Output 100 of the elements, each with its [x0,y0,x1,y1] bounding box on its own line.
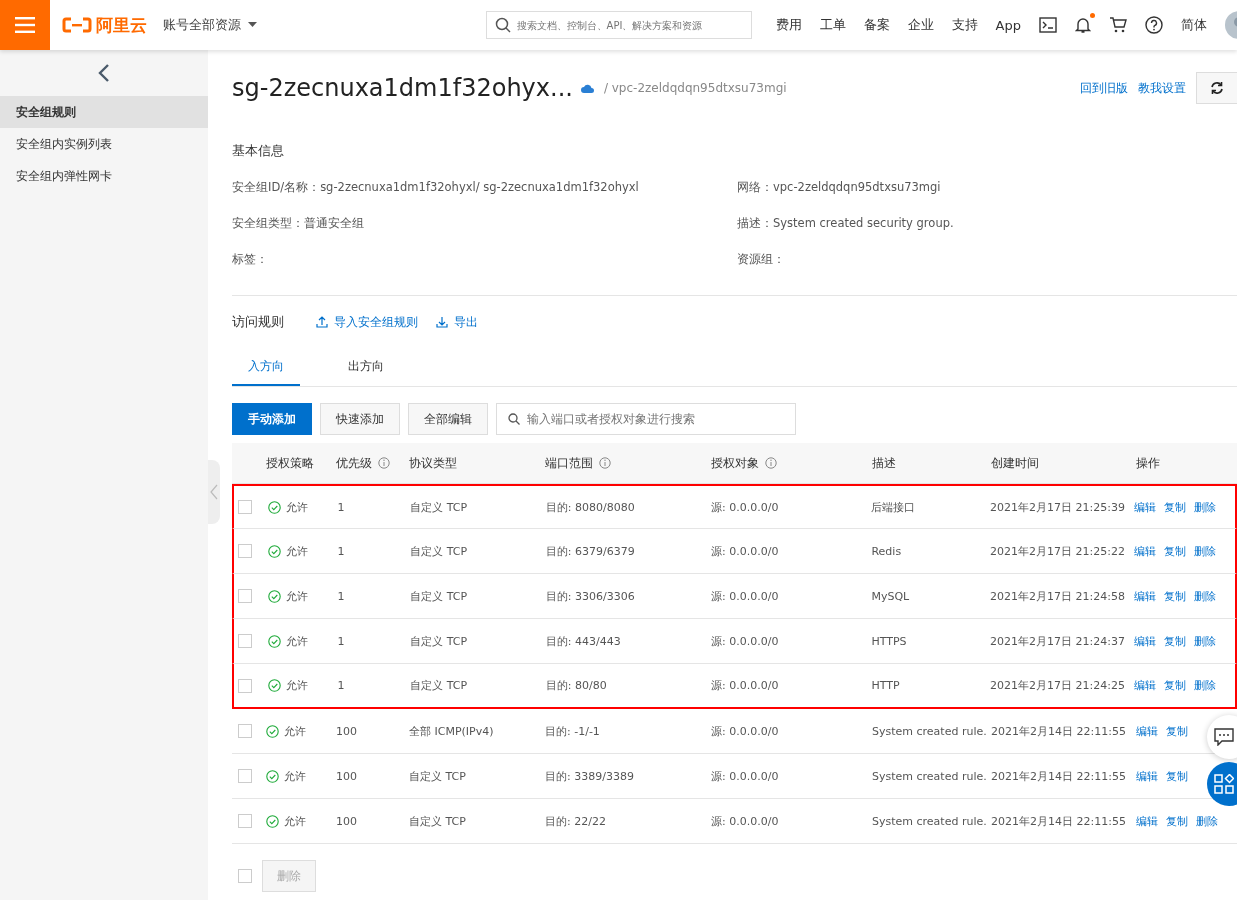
bell-icon[interactable] [1075,16,1091,34]
table-cell: 源: 0.0.0.0/0 [711,588,779,604]
check-circle-icon [267,544,281,558]
sidebar-item[interactable]: 安全组规则 [0,96,208,128]
toolbar-button[interactable]: 快速添加 [320,403,400,435]
rule-search-field[interactable]: 输入端口或者授权对象进行搜索 [496,403,796,435]
terminal-icon[interactable] [1039,17,1057,33]
row-action-link[interactable]: 编辑 [1136,723,1158,739]
row-action-link[interactable]: 编辑 [1134,588,1157,604]
row-action-link[interactable]: 删除 [1194,543,1217,559]
table-cell: 源: 0.0.0.0/0 [711,768,779,784]
field-label: 安全组类型： [232,216,304,230]
check-circle-icon [266,814,279,828]
row-checkbox[interactable] [238,544,252,558]
row-action-link[interactable]: 删除 [1194,633,1217,649]
language-link[interactable]: 简体 [1181,16,1207,34]
cart-icon[interactable] [1109,17,1127,33]
row-action-link[interactable]: 复制 [1164,633,1187,649]
row-action-link[interactable]: 编辑 [1136,768,1158,784]
chat-icon [1214,728,1234,746]
row-action-link[interactable]: 复制 [1164,499,1187,515]
nav-link[interactable]: 费用 [775,16,802,34]
direction-tab[interactable]: 入方向 [232,348,300,386]
caret-icon [248,22,257,28]
add-button[interactable]: 手动添加 [232,403,312,435]
field-label: 标签： [232,252,268,266]
upload-icon [316,316,328,328]
nav-link[interactable]: 支持 [951,16,978,34]
section-heading: 访问规则 [232,313,284,331]
menu-button[interactable] [0,0,50,50]
info-icon[interactable] [765,457,777,469]
row-action-link[interactable]: 复制 [1166,768,1188,784]
row-action-link[interactable]: 删除 [1194,588,1217,604]
row-action-link[interactable]: 复制 [1164,543,1187,559]
table-cell: 全部 ICMP(IPv4) [409,723,494,739]
column-header: 端口范围 [545,454,593,472]
account-dropdown[interactable]: 账号全部资源 [163,16,257,34]
table-cell: 源: 0.0.0.0/0 [711,499,779,515]
table-cell: 后端接口 [871,499,916,515]
header-link[interactable]: 回到旧版 [1080,79,1128,97]
row-action-link[interactable]: 复制 [1166,813,1188,829]
row-action-link[interactable]: 编辑 [1134,499,1157,515]
table-cell: 允许 [284,723,306,739]
row-checkbox[interactable] [238,500,252,514]
row-checkbox[interactable] [238,589,252,603]
info-icon[interactable] [599,457,611,469]
row-action-link[interactable]: 删除 [1194,499,1217,515]
help-icon[interactable] [1145,16,1163,34]
table-cell: 1 [337,589,345,603]
column-header: 授权策略 [266,454,314,472]
row-action-link[interactable]: 编辑 [1134,543,1157,559]
back-icon[interactable] [97,63,111,83]
row-action-link[interactable]: 编辑 [1134,678,1157,693]
row-checkbox[interactable] [238,814,252,828]
rule-action-link[interactable]: 导入安全组规则 [316,313,418,331]
collapse-handle[interactable] [208,460,220,524]
table-cell: System created rule. [872,769,987,783]
nav-link[interactable]: App [995,17,1021,33]
refresh-button[interactable] [1196,72,1237,104]
table-cell: 目的: -1/-1 [545,723,600,739]
toolbar-button[interactable]: 全部编辑 [408,403,488,435]
row-checkbox[interactable] [238,634,252,648]
table-cell: HTTP [871,679,900,692]
row-checkbox[interactable] [238,678,252,693]
row-action-link[interactable]: 复制 [1166,723,1188,739]
field-label: 描述： [737,216,773,230]
check-circle-icon [267,500,281,514]
field-value: System created security group. [773,216,954,230]
vpc-id: / vpc-2zeldqdqn95dtxsu73mgi [603,81,787,95]
row-action-link[interactable]: 删除 [1194,678,1217,693]
table-cell: MySQL [871,589,910,603]
logo-text[interactable]: 阿里云 [96,13,147,37]
row-action-link[interactable]: 编辑 [1136,813,1158,829]
row-action-link[interactable]: 编辑 [1134,633,1157,649]
select-all-checkbox[interactable] [238,869,252,883]
table-cell: 目的: 3306/3306 [545,588,635,604]
header-link[interactable]: 教我设置 [1138,79,1186,97]
rule-action-link[interactable]: 导出 [436,313,478,331]
row-action-link[interactable]: 复制 [1164,678,1187,693]
nav-link[interactable]: 备案 [863,16,890,34]
table-cell: 自定义 TCP [410,499,468,515]
field-label: 安全组ID/名称： [232,180,321,194]
direction-tab[interactable]: 出方向 [332,348,400,386]
row-action-link[interactable]: 删除 [1196,813,1218,829]
table-cell: 源: 0.0.0.0/0 [711,678,779,693]
row-checkbox[interactable] [238,769,252,783]
table-cell: 1 [337,679,345,692]
row-action-link[interactable]: 复制 [1164,588,1187,604]
table-cell: 允许 [284,813,306,829]
table-cell: 100 [336,814,357,828]
nav-link[interactable]: 工单 [819,16,846,34]
field-value: sg-2zecnuxa1dm1f32ohyxl/ sg-2zecnuxa1dm1f32ohyxl [320,180,639,194]
row-checkbox[interactable] [238,724,252,738]
search-field[interactable]: 搜索文档、控制台、API、解决方案和资源 [485,11,752,39]
info-icon[interactable] [378,457,390,469]
sidebar-item[interactable]: 安全组内实例列表 [0,128,208,160]
nav-link[interactable]: 企业 [907,16,934,34]
table-cell: System created rule. [872,814,987,828]
sidebar-item[interactable]: 安全组内弹性网卡 [0,160,208,192]
table-cell: 1 [337,634,345,648]
